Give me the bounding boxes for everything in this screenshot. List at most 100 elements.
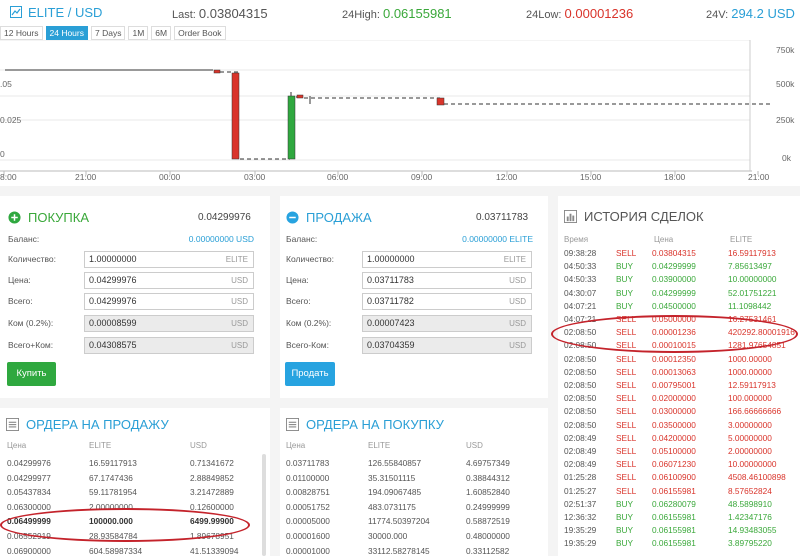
- history-title: ИСТОРИЯ СДЕЛОК: [564, 209, 704, 224]
- x-tick: 03:00: [244, 172, 266, 182]
- trade-amount: 7.85613497: [728, 261, 772, 272]
- trade-time: 04:50:33: [564, 261, 597, 272]
- candle: [231, 72, 240, 160]
- trade-amount: 166.66666666: [728, 406, 782, 417]
- trade-side: SELL: [616, 353, 637, 364]
- candle: [287, 95, 296, 160]
- pair-title[interactable]: ELITE / USD: [10, 5, 102, 20]
- trade-amount: 52.01751221: [728, 287, 777, 298]
- tab-24-hours[interactable]: 24 Hours: [45, 26, 88, 40]
- trade-amount: 5.00000000: [728, 432, 772, 443]
- highlight-ellipse: [0, 508, 250, 542]
- trade-price: 0.04200000: [652, 432, 696, 443]
- buy-total-input[interactable]: 0.04299976 USD: [84, 293, 254, 310]
- trade-price: 0.02000000: [652, 393, 696, 404]
- range-tabs: 12 Hours 24 Hours 7 Days 1M 6M Order Boo…: [0, 26, 226, 40]
- trade-history-panel: ИСТОРИЯ СДЕЛОК Время Цена ELITE 09:38:28…: [558, 196, 800, 556]
- sell-fee-label: Ком (0.2%):: [286, 318, 332, 328]
- trade-side: SELL: [616, 406, 637, 417]
- tab-1m[interactable]: 1M: [128, 26, 149, 40]
- asks-scrollbar[interactable]: [262, 454, 266, 556]
- buy-price-label: Цена:: [8, 275, 31, 285]
- x-tick: 09:00: [411, 172, 433, 182]
- buy-panel: ПОКУПКА 0.04299976 Баланс: 0.00000000 US…: [0, 196, 270, 398]
- bid-total: 4.69757349: [466, 458, 510, 468]
- buy-price-input[interactable]: 0.04299976 USD: [84, 272, 254, 289]
- trade-price: 0.06155981: [652, 485, 696, 496]
- candle: [213, 69, 221, 74]
- trade-time: 02:08:49: [564, 459, 597, 470]
- trade-amount: 4508.46100898: [728, 472, 786, 483]
- bid-amount: 194.09067485: [368, 487, 422, 498]
- bid-amount: 30000.000: [368, 531, 408, 541]
- trade-amount: 14.93483055: [728, 525, 777, 536]
- bid-price: 0.01100000: [286, 472, 330, 483]
- bids-col-price: Цена: [286, 441, 306, 450]
- x-tick: 00:00: [159, 172, 181, 182]
- buy-totalfee-field: 0.04308575 USD: [84, 337, 254, 354]
- bid-amount: 126.55840857: [368, 458, 422, 468]
- x-tick: 21:00: [75, 172, 97, 182]
- trade-amount: 3.00000000: [728, 419, 772, 430]
- sell-price-input[interactable]: 0.03711783 USD: [362, 272, 532, 289]
- sell-price-label: Цена:: [286, 275, 309, 285]
- buy-balance-label: Баланс:: [8, 234, 40, 244]
- sell-qty-input[interactable]: 1.00000000 ELITE: [362, 251, 532, 268]
- market-header: ELITE / USD Last: 0.03804315 24High: 0.0…: [0, 0, 800, 24]
- sell-fee-field: 0.00007423 USD: [362, 315, 532, 332]
- minus-circle-icon: [286, 211, 299, 224]
- asks-col-price: Цена: [7, 441, 27, 450]
- trade-price: 0.06155981: [652, 538, 696, 549]
- trade-amount: 11.1098442: [728, 300, 772, 311]
- trade-time: 02:08:50: [564, 353, 597, 364]
- trade-price: 0.03900000: [652, 274, 696, 285]
- trade-price: 0.06280079: [652, 498, 696, 509]
- bids-col-amount: ELITE: [368, 441, 391, 450]
- trade-side: BUY: [616, 300, 634, 311]
- trade-price: 0.04500000: [652, 300, 696, 311]
- tab-12-hours[interactable]: 12 Hours: [0, 26, 43, 40]
- trade-side: BUY: [616, 538, 634, 549]
- bid-total: 0.58872519: [466, 516, 510, 527]
- sell-balance-value[interactable]: 0.00000000 ELITE: [400, 234, 533, 244]
- sell-button[interactable]: Продать: [285, 362, 335, 386]
- tab-7-days[interactable]: 7 Days: [91, 26, 126, 40]
- trade-time: 02:08:50: [564, 393, 597, 404]
- tab-6m[interactable]: 6M: [151, 26, 172, 40]
- trade-price: 0.06155981: [652, 525, 696, 536]
- trade-time: 02:08:50: [564, 419, 597, 430]
- panel-gap: [0, 398, 548, 408]
- plus-circle-icon: [8, 211, 21, 224]
- ask-total: 41.51339094: [190, 545, 239, 556]
- panel-gap: [548, 196, 558, 556]
- list-icon: [286, 418, 299, 431]
- trade-time: 01:25:27: [564, 485, 597, 496]
- buy-fee-label: Ком (0.2%):: [8, 318, 54, 328]
- ask-price: 0.06300000: [7, 501, 51, 512]
- bid-total: 0.24999999: [466, 501, 510, 512]
- x-tick: 8:00: [0, 172, 17, 182]
- trade-price: 0.03804315: [652, 248, 696, 258]
- sell-totalfee-field: 0.03704359 USD: [362, 337, 532, 354]
- bid-price: 0.00828751: [286, 487, 330, 498]
- buy-qty-input[interactable]: 1.00000000 ELITE: [84, 251, 254, 268]
- trade-side: BUY: [616, 261, 634, 272]
- ask-amount: 67.1747436: [89, 472, 133, 483]
- trade-amount: 2.00000000: [728, 446, 772, 456]
- buy-button[interactable]: Купить: [7, 362, 56, 386]
- y-right-tick: 500k: [776, 79, 795, 89]
- tab-order-book[interactable]: Order Book: [174, 26, 226, 40]
- sell-total-input[interactable]: 0.03711782 USD: [362, 293, 532, 310]
- price-chart[interactable]: .05 0.025 0 750k 500k 250k 0k 8:00 21:00…: [0, 40, 800, 186]
- trade-side: SELL: [616, 446, 637, 456]
- sell-title: ПРОДАЖА: [286, 210, 372, 225]
- ask-amount: 604.58987334: [89, 545, 143, 556]
- trade-amount: 12.59117913: [728, 380, 776, 390]
- trade-time: 02:51:37: [564, 498, 597, 509]
- trade-price: 0.03500000: [652, 419, 696, 430]
- trade-side: SELL: [616, 419, 637, 430]
- buy-balance-value[interactable]: 0.00000000 USD: [130, 234, 254, 244]
- trade-side: SELL: [616, 459, 637, 470]
- bid-amount: 35.31501115: [368, 472, 416, 483]
- trade-side: SELL: [616, 380, 637, 390]
